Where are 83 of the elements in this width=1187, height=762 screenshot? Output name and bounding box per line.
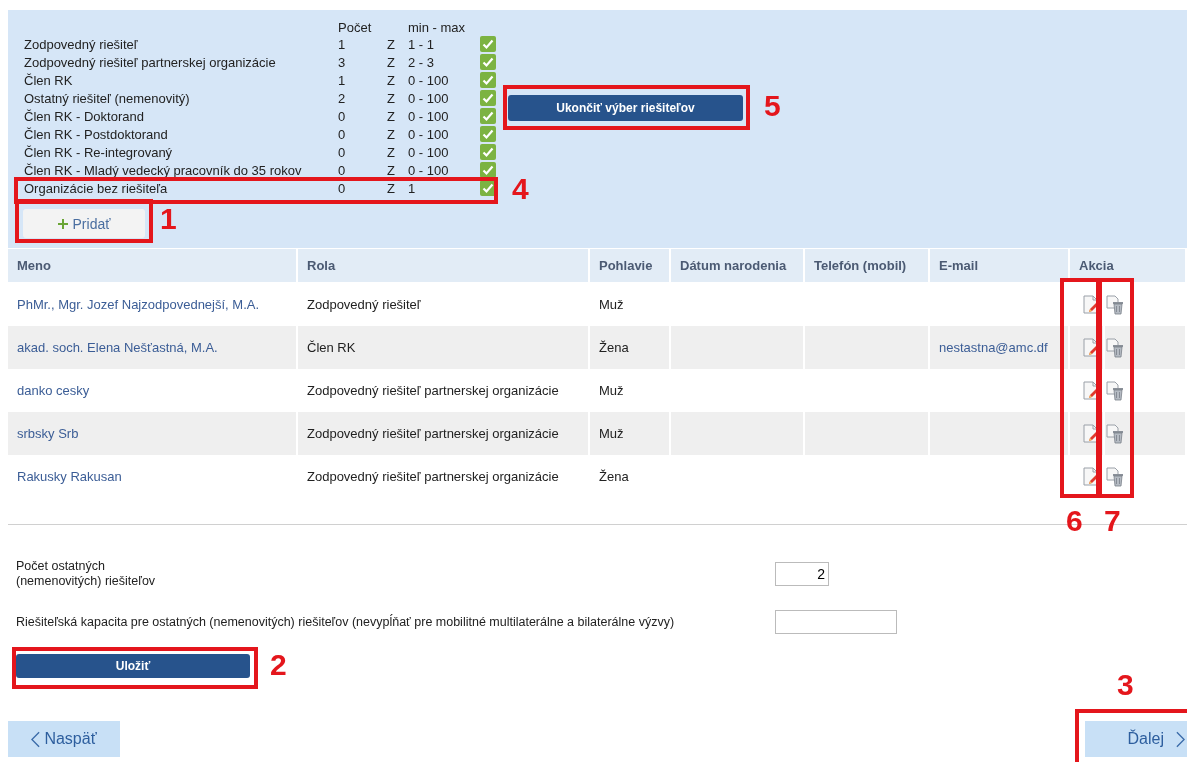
column-header: Rola bbox=[298, 249, 588, 283]
z-label: Z bbox=[387, 126, 396, 142]
z-label: Z bbox=[387, 108, 396, 124]
delete-icon[interactable] bbox=[1105, 337, 1125, 358]
column-header: min - max bbox=[408, 19, 467, 35]
range-value: 0 - 100 bbox=[408, 72, 450, 88]
column-header: Dátum narodenia bbox=[671, 249, 803, 283]
count-value: 0 bbox=[338, 180, 347, 196]
column-header: Počet bbox=[338, 19, 373, 35]
gender-cell: Žena bbox=[599, 340, 629, 355]
range-value: 0 - 100 bbox=[408, 162, 450, 178]
annotation-number: 5 bbox=[764, 89, 781, 123]
role-label: Člen RK - Doktorand bbox=[24, 108, 145, 124]
gender-cell: Muž bbox=[599, 297, 624, 312]
count-value: 0 bbox=[338, 108, 347, 124]
gender-cell: Muž bbox=[599, 426, 624, 441]
annotation-number: 6 bbox=[1066, 504, 1083, 538]
z-label: Z bbox=[387, 54, 396, 70]
role-cell: Zodpovedný riešiteľ partnerskej organizácie bbox=[307, 469, 559, 484]
role-label: Člen RK - Postdoktorand bbox=[24, 126, 169, 142]
input-field[interactable]: 2 bbox=[775, 562, 829, 586]
z-label: Z bbox=[387, 36, 396, 52]
input-field[interactable] bbox=[775, 610, 897, 634]
range-value: 0 - 100 bbox=[408, 144, 450, 160]
role-label: Ostatný riešiteľ (nemenovitý) bbox=[24, 90, 191, 106]
range-value: 1 bbox=[408, 180, 417, 196]
count-value: 0 bbox=[338, 144, 347, 160]
save-button[interactable]: Uložiť bbox=[16, 654, 250, 678]
count-value: 0 bbox=[338, 126, 347, 142]
z-label: Z bbox=[387, 162, 396, 178]
role-label: Organizácie bez riešiteľa bbox=[24, 180, 169, 196]
chevron-left-icon bbox=[31, 730, 41, 748]
z-label: Z bbox=[387, 72, 396, 88]
range-value: 1 - 1 bbox=[408, 36, 435, 52]
column-header: Meno bbox=[8, 249, 296, 283]
column-header: Pohlavie bbox=[590, 249, 669, 283]
annotation-number: 2 bbox=[270, 648, 287, 682]
delete-icon[interactable] bbox=[1105, 380, 1125, 401]
field-label: Počet ostatných (nemenovitých) riešiteľov bbox=[16, 559, 157, 589]
count-value: 3 bbox=[338, 54, 347, 70]
name-link[interactable]: srbsky Srb bbox=[17, 426, 79, 441]
role-label: Zodpovedný riešiteľ partnerskej organizácie bbox=[24, 54, 277, 70]
gender-cell: Žena bbox=[599, 469, 629, 484]
role-label: Člen RK bbox=[24, 72, 74, 88]
name-link[interactable]: Rakusky Rakusan bbox=[17, 469, 122, 484]
back-button[interactable]: Naspäť bbox=[8, 721, 120, 757]
role-cell: Člen RK bbox=[307, 340, 356, 355]
annotation-number: 3 bbox=[1117, 668, 1134, 702]
delete-icon[interactable] bbox=[1105, 294, 1125, 315]
column-header: E-mail bbox=[930, 249, 1068, 283]
z-label: Z bbox=[387, 90, 396, 106]
finish-selection-button[interactable]: Ukončiť výber riešiteľov bbox=[508, 95, 743, 121]
z-label: Z bbox=[387, 180, 396, 196]
range-value: 2 - 3 bbox=[408, 54, 435, 70]
annotation-number: 1 bbox=[160, 202, 177, 236]
role-cell: Zodpovedný riešiteľ partnerskej organizácie bbox=[307, 383, 559, 398]
field-label: Riešiteľská kapacita pre ostatných (nemenovitých) riešiteľov (nevypĺňať pre mobilitné multilaterálne a bilaterálne výzvy) bbox=[16, 614, 676, 630]
delete-icon[interactable] bbox=[1105, 423, 1125, 444]
role-label: Člen RK - Mladý vedecký pracovník do 35 rokov bbox=[24, 162, 303, 178]
delete-icon[interactable] bbox=[1105, 466, 1125, 487]
z-label: Z bbox=[387, 144, 396, 160]
column-header: Telefón (mobil) bbox=[805, 249, 928, 283]
range-value: 0 - 100 bbox=[408, 126, 450, 142]
annotation-number: 4 bbox=[512, 172, 529, 206]
role-label: Člen RK - Re-integrovaný bbox=[24, 144, 174, 160]
gender-cell: Muž bbox=[599, 383, 624, 398]
column-header: Akcia bbox=[1070, 249, 1185, 283]
role-cell: Zodpovedný riešiteľ partnerskej organizácie bbox=[307, 426, 559, 441]
count-value: 1 bbox=[338, 36, 347, 52]
annotation-number: 7 bbox=[1104, 504, 1121, 538]
count-value: 2 bbox=[338, 90, 347, 106]
range-value: 0 - 100 bbox=[408, 108, 450, 124]
name-link[interactable]: danko cesky bbox=[17, 383, 90, 398]
role-label: Zodpovedný riešiteľ bbox=[24, 36, 139, 52]
range-value: 0 - 100 bbox=[408, 90, 450, 106]
name-link[interactable]: PhMr., Mgr. Jozef Najzodpovednejší, M.A. bbox=[17, 297, 260, 312]
plus-icon bbox=[57, 218, 68, 229]
count-value: 1 bbox=[338, 72, 347, 88]
count-value: 0 bbox=[338, 162, 347, 178]
next-button[interactable]: Ďalej bbox=[1085, 721, 1187, 757]
add-button[interactable]: Pridať bbox=[23, 209, 145, 238]
role-cell: Zodpovedný riešiteľ bbox=[307, 297, 421, 312]
chevron-right-icon bbox=[1176, 730, 1185, 748]
